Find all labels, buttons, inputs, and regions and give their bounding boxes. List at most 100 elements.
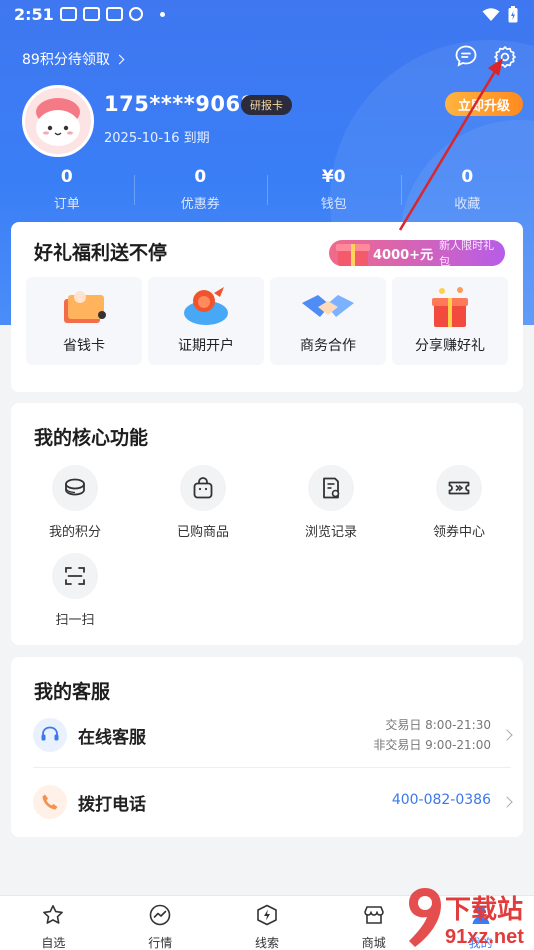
promo-banner[interactable]: 4000+元 新人限时礼包 xyxy=(329,239,505,268)
stat-value: 0 xyxy=(461,167,474,187)
mascot-avatar-icon xyxy=(36,98,80,146)
benefit-share[interactable]: 分享赚好礼 xyxy=(392,277,508,365)
status-right xyxy=(482,6,518,23)
promo-amount: 4000+元 xyxy=(373,247,434,263)
ticket-icon xyxy=(436,465,482,511)
stat-favorites[interactable]: 0 收藏 xyxy=(400,165,534,215)
func-my-points[interactable]: 我的积分 xyxy=(11,465,139,540)
gear-icon xyxy=(494,46,516,68)
wifi-icon xyxy=(482,7,500,21)
benefit-business[interactable]: 商务合作 xyxy=(270,277,386,365)
benefit-label: 商务合作 xyxy=(300,338,356,354)
shop-icon xyxy=(363,906,384,924)
core-functions-title: 我的核心功能 xyxy=(34,427,149,449)
lion-mascot-icon xyxy=(184,287,228,325)
expire-date: 2025-10-16 到期 xyxy=(104,131,210,146)
avatar[interactable] xyxy=(22,85,94,157)
tab-label: 自选 xyxy=(41,936,66,950)
func-history[interactable]: 浏览记录 xyxy=(267,465,395,540)
sync-icon xyxy=(129,7,143,21)
member-badge[interactable]: 研报卡 xyxy=(241,95,292,115)
message-icon xyxy=(60,7,77,21)
stat-label: 收藏 xyxy=(454,197,481,212)
stats-row: 0 订单 0 优惠券 ¥0 钱包 0 收藏 xyxy=(0,165,534,215)
online-service-label: 在线客服 xyxy=(78,728,146,748)
settings-button[interactable] xyxy=(490,42,520,72)
chevron-right-icon xyxy=(114,54,125,65)
scan-icon xyxy=(52,553,98,599)
battery-icon xyxy=(508,6,518,23)
stat-label: 钱包 xyxy=(320,197,347,212)
watermark-site: 91xz.net xyxy=(445,926,524,948)
stat-value: 0 xyxy=(194,167,207,187)
benefit-open-account[interactable]: 证期开户 xyxy=(148,277,264,365)
chevron-right-icon xyxy=(501,796,513,808)
benefits-title: 好礼福利送不停 xyxy=(34,242,168,264)
headset-icon xyxy=(33,718,67,752)
points-pending-link[interactable]: 89积分待领取 xyxy=(22,49,125,69)
stat-orders[interactable]: 0 订单 xyxy=(0,165,134,215)
customer-service-title: 我的客服 xyxy=(34,681,111,703)
gift-box-icon xyxy=(336,244,370,266)
tab-watchlist[interactable]: 自选 xyxy=(0,896,107,950)
hours-trading-day: 交易日 8:00-21:30 xyxy=(385,718,491,732)
stat-label: 订单 xyxy=(53,197,80,212)
lightning-icon xyxy=(257,904,277,926)
status-time: 2:51 xyxy=(14,5,54,24)
message-icon xyxy=(106,7,123,21)
chevron-right-icon xyxy=(501,729,513,741)
benefit-label: 省钱卡 xyxy=(63,338,105,354)
coins-icon xyxy=(52,465,98,511)
func-label: 领券中心 xyxy=(432,525,485,540)
message-button[interactable] xyxy=(451,41,481,71)
chart-line-icon xyxy=(149,904,171,926)
online-service-row[interactable]: 在线客服 交易日 8:00-21:30 非交易日 9:00-21:00 xyxy=(11,701,523,767)
tab-clues[interactable]: 线索 xyxy=(214,896,321,950)
shopping-bag-icon xyxy=(180,465,226,511)
call-phone-row[interactable]: 拨打电话 400-082-0386 xyxy=(11,768,523,834)
upgrade-button[interactable]: 立即升级 xyxy=(445,92,523,116)
func-label: 浏览记录 xyxy=(304,525,357,540)
promo-text: 新人限时礼包 xyxy=(439,239,495,268)
call-phone-label: 拨打电话 xyxy=(78,795,146,815)
tab-market[interactable]: 行情 xyxy=(107,896,214,950)
benefits-row: 省钱卡 证期开户 商务合作 分享赚好礼 xyxy=(26,277,508,365)
stat-value: 0 xyxy=(60,167,73,187)
tab-label: 线索 xyxy=(254,936,279,950)
hours-non-trading-day: 非交易日 9:00-21:00 xyxy=(373,738,491,752)
func-label: 扫一扫 xyxy=(55,613,95,628)
username: 175****9068 xyxy=(104,92,256,116)
notification-icons xyxy=(60,7,143,21)
stat-wallet[interactable]: ¥0 钱包 xyxy=(267,165,401,215)
status-bar: 2:51 xyxy=(0,0,534,30)
watermark-logo-icon: 下载站 91xz.net xyxy=(409,888,524,948)
benefits-card: 好礼福利送不停 4000+元 新人限时礼包 省钱卡 证期开户 商务合作 分享赚好… xyxy=(11,222,523,392)
func-label: 我的积分 xyxy=(48,525,101,540)
service-hours: 交易日 8:00-21:30 非交易日 9:00-21:00 xyxy=(373,715,491,755)
func-purchased[interactable]: 已购商品 xyxy=(139,465,267,540)
benefit-label: 分享赚好礼 xyxy=(415,338,485,354)
points-link-label: 89积分待领取 xyxy=(22,52,110,68)
phone-icon xyxy=(33,785,67,819)
chat-bubble-icon xyxy=(455,45,477,67)
service-phone-number[interactable]: 400-082-0386 xyxy=(392,792,491,808)
gift-box-icon xyxy=(432,287,468,327)
func-label: 已购商品 xyxy=(176,525,229,540)
handshake-icon xyxy=(302,295,354,317)
func-scan[interactable]: 扫一扫 xyxy=(11,553,139,628)
more-notifications-dot xyxy=(160,12,165,17)
watermark-brand: 下载站 xyxy=(445,894,523,924)
stat-value: ¥0 xyxy=(321,167,346,187)
site-watermark: 下载站 91xz.net xyxy=(405,885,534,950)
func-coupon-center[interactable]: 领券中心 xyxy=(395,465,523,540)
stat-label: 优惠券 xyxy=(180,197,220,212)
message-icon xyxy=(83,7,100,21)
star-icon xyxy=(43,905,64,924)
history-doc-icon xyxy=(308,465,354,511)
stat-coupons[interactable]: 0 优惠券 xyxy=(133,165,268,215)
benefit-label: 证期开户 xyxy=(178,338,234,354)
customer-service-card: 我的客服 在线客服 交易日 8:00-21:30 非交易日 9:00-21:00… xyxy=(11,657,523,837)
core-functions-card: 我的核心功能 我的积分 已购商品 浏览记录 领券中心 扫一扫 xyxy=(11,403,523,645)
benefit-savings-card[interactable]: 省钱卡 xyxy=(26,277,142,365)
tab-label: 行情 xyxy=(148,936,173,950)
